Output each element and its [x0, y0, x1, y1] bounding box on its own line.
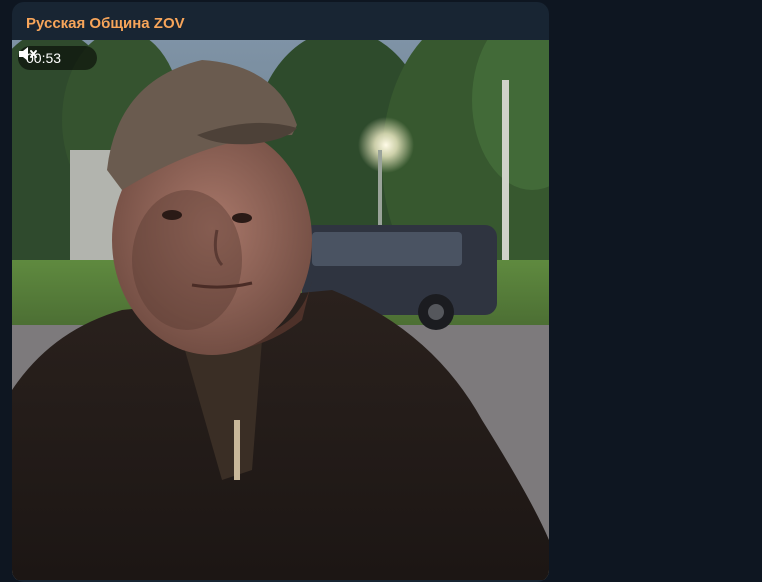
- speaker-muted-icon[interactable]: [19, 47, 89, 66]
- video-duration-overlay: 00:53: [18, 46, 98, 70]
- channel-name[interactable]: Русская Община ZOV: [26, 15, 185, 32]
- message-bubble: Русская Община ZOV 00:53: [12, 2, 549, 582]
- video-player[interactable]: 00:53: [12, 40, 549, 580]
- video-thumbnail: [12, 40, 549, 580]
- chat-background: Русская Община ZOV 00:53: [0, 0, 762, 582]
